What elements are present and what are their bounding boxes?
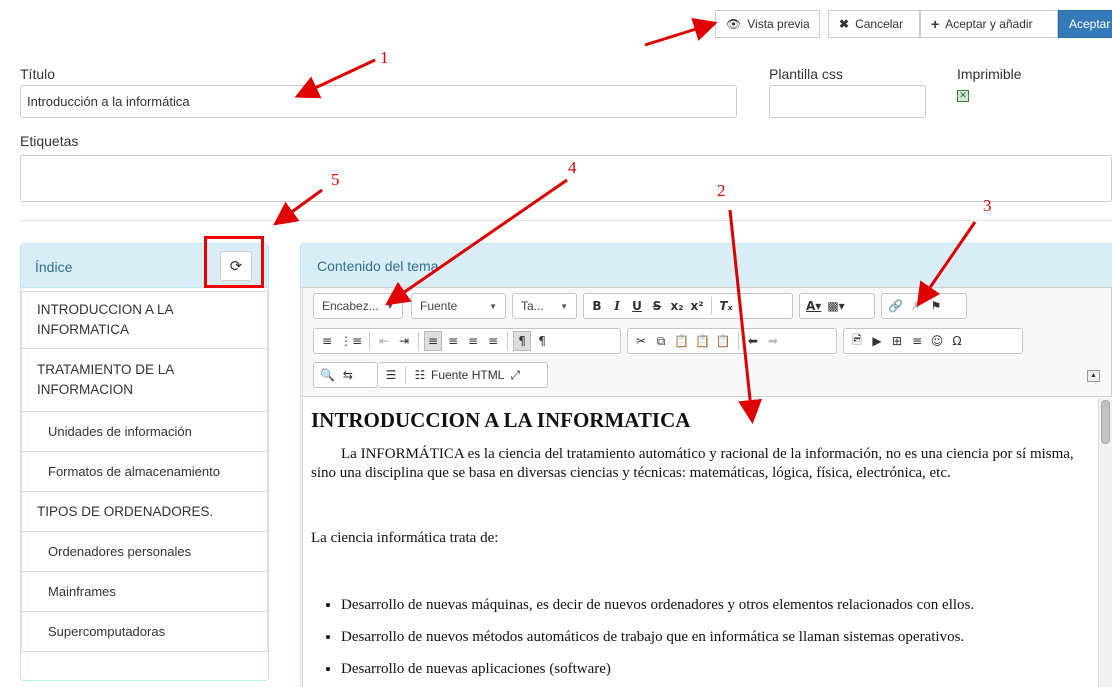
annotation-number: 4 bbox=[568, 158, 577, 177]
annotation-number: 3 bbox=[983, 196, 992, 215]
annotation-arrow bbox=[644, 17, 718, 47]
annotation-arrow bbox=[385, 178, 568, 306]
annotation-layer bbox=[273, 17, 977, 424]
annotation-number: 1 bbox=[380, 48, 389, 67]
annotation-arrow bbox=[916, 221, 977, 307]
annotation-number: 5 bbox=[331, 170, 340, 189]
annotation-number: 2 bbox=[717, 181, 726, 200]
annotation-arrow bbox=[273, 188, 323, 226]
annotation-arrow bbox=[728, 209, 763, 424]
annotation-arrow bbox=[294, 58, 376, 99]
